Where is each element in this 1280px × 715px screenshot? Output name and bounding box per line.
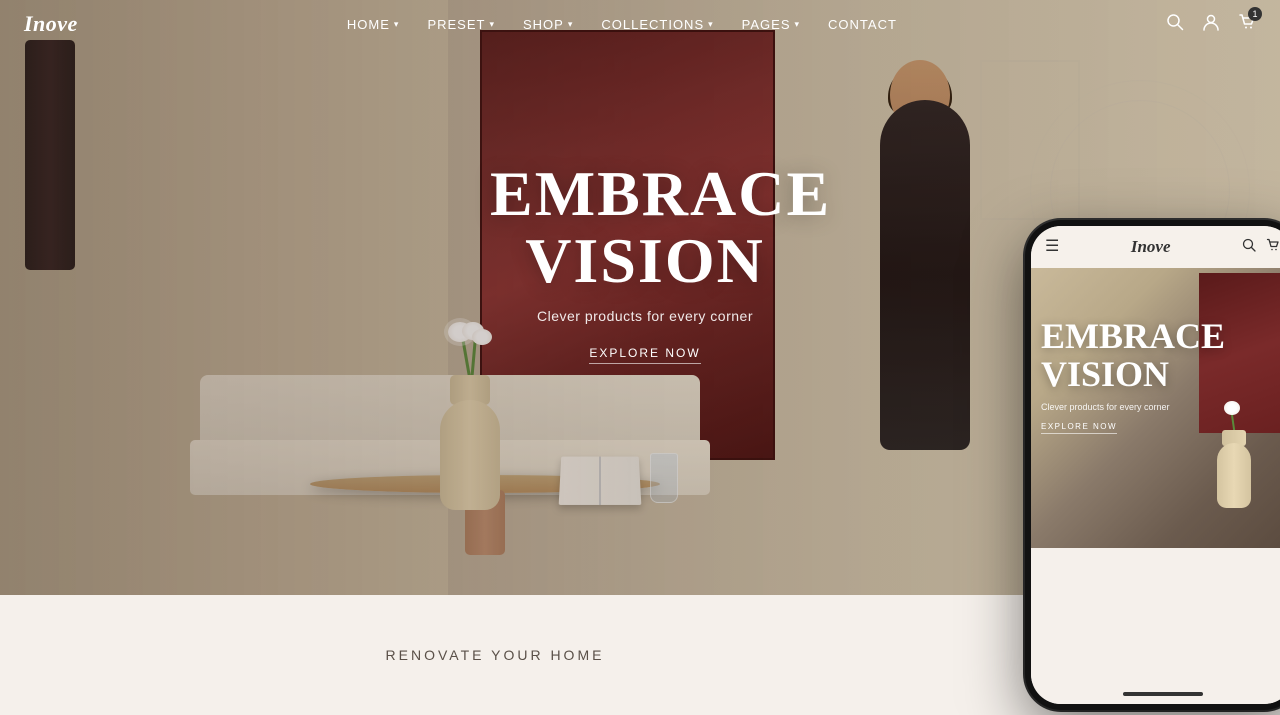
chevron-down-icon: ▾ (568, 19, 574, 30)
phone-hero-content: EMBRACE VISION Clever products for every… (1041, 318, 1201, 434)
hero-content: EMBRACE VISION Clever products for every… (490, 160, 800, 364)
phone-cart-icon[interactable] (1266, 238, 1280, 257)
explore-now-button[interactable]: EXPLORE NOW (589, 346, 700, 364)
nav-pages[interactable]: PAGES ▾ (742, 17, 800, 32)
cart-count: 1 (1248, 7, 1262, 21)
bottom-heading: RENOVATE YOUR HOME (386, 647, 605, 663)
bottom-section: RENOVATE YOUR HOME (0, 595, 990, 715)
nav-actions: 1 (1166, 13, 1256, 36)
phone-flower-head (1224, 401, 1240, 415)
search-icon[interactable] (1166, 13, 1184, 36)
chevron-down-icon: ▾ (708, 19, 714, 30)
phone-screen: ☰ Inove (1031, 226, 1280, 704)
phone-vase (1209, 428, 1259, 508)
nav-collections[interactable]: COLLECTIONS ▾ (601, 17, 713, 32)
hero-title: EMBRACE VISION (490, 160, 800, 294)
nav-links: HOME ▾ PRESET ▾ SHOP ▾ COLLECTIONS ▾ PAG… (347, 17, 897, 32)
hero-subtitle: Clever products for every corner (490, 308, 800, 324)
chevron-down-icon: ▾ (489, 19, 495, 30)
phone-nav-icons (1242, 238, 1280, 257)
phone-vase-body (1217, 443, 1251, 508)
phone-hero-subtitle: Clever products for every corner (1041, 402, 1201, 412)
phone-search-icon[interactable] (1242, 238, 1256, 257)
phone-brand-logo: Inove (1131, 237, 1171, 257)
nav-contact[interactable]: CONTACT (828, 17, 897, 32)
phone-hero-title: EMBRACE VISION (1041, 318, 1201, 394)
phone-home-bar (1123, 692, 1203, 696)
brand-logo[interactable]: Inove (24, 11, 78, 37)
phone-hero: EMBRACE VISION Clever products for every… (1031, 268, 1280, 548)
navbar: Inove HOME ▾ PRESET ▾ SHOP ▾ COLLECTIONS… (0, 0, 1280, 48)
phone-menu-icon[interactable]: ☰ (1045, 239, 1059, 255)
chevron-down-icon: ▾ (394, 19, 400, 30)
chevron-down-icon: ▾ (795, 19, 801, 30)
phone-navbar: ☰ Inove (1031, 226, 1280, 268)
cart-icon[interactable]: 1 (1238, 13, 1256, 36)
nav-shop[interactable]: SHOP ▾ (523, 17, 573, 32)
nav-preset[interactable]: PRESET ▾ (427, 17, 495, 32)
user-icon[interactable] (1202, 13, 1220, 36)
phone-explore-button[interactable]: EXPLORE NOW (1041, 422, 1117, 434)
nav-home[interactable]: HOME ▾ (347, 17, 400, 32)
phone-bottom (1031, 554, 1280, 704)
phone-mockup: ☰ Inove (1025, 220, 1280, 710)
